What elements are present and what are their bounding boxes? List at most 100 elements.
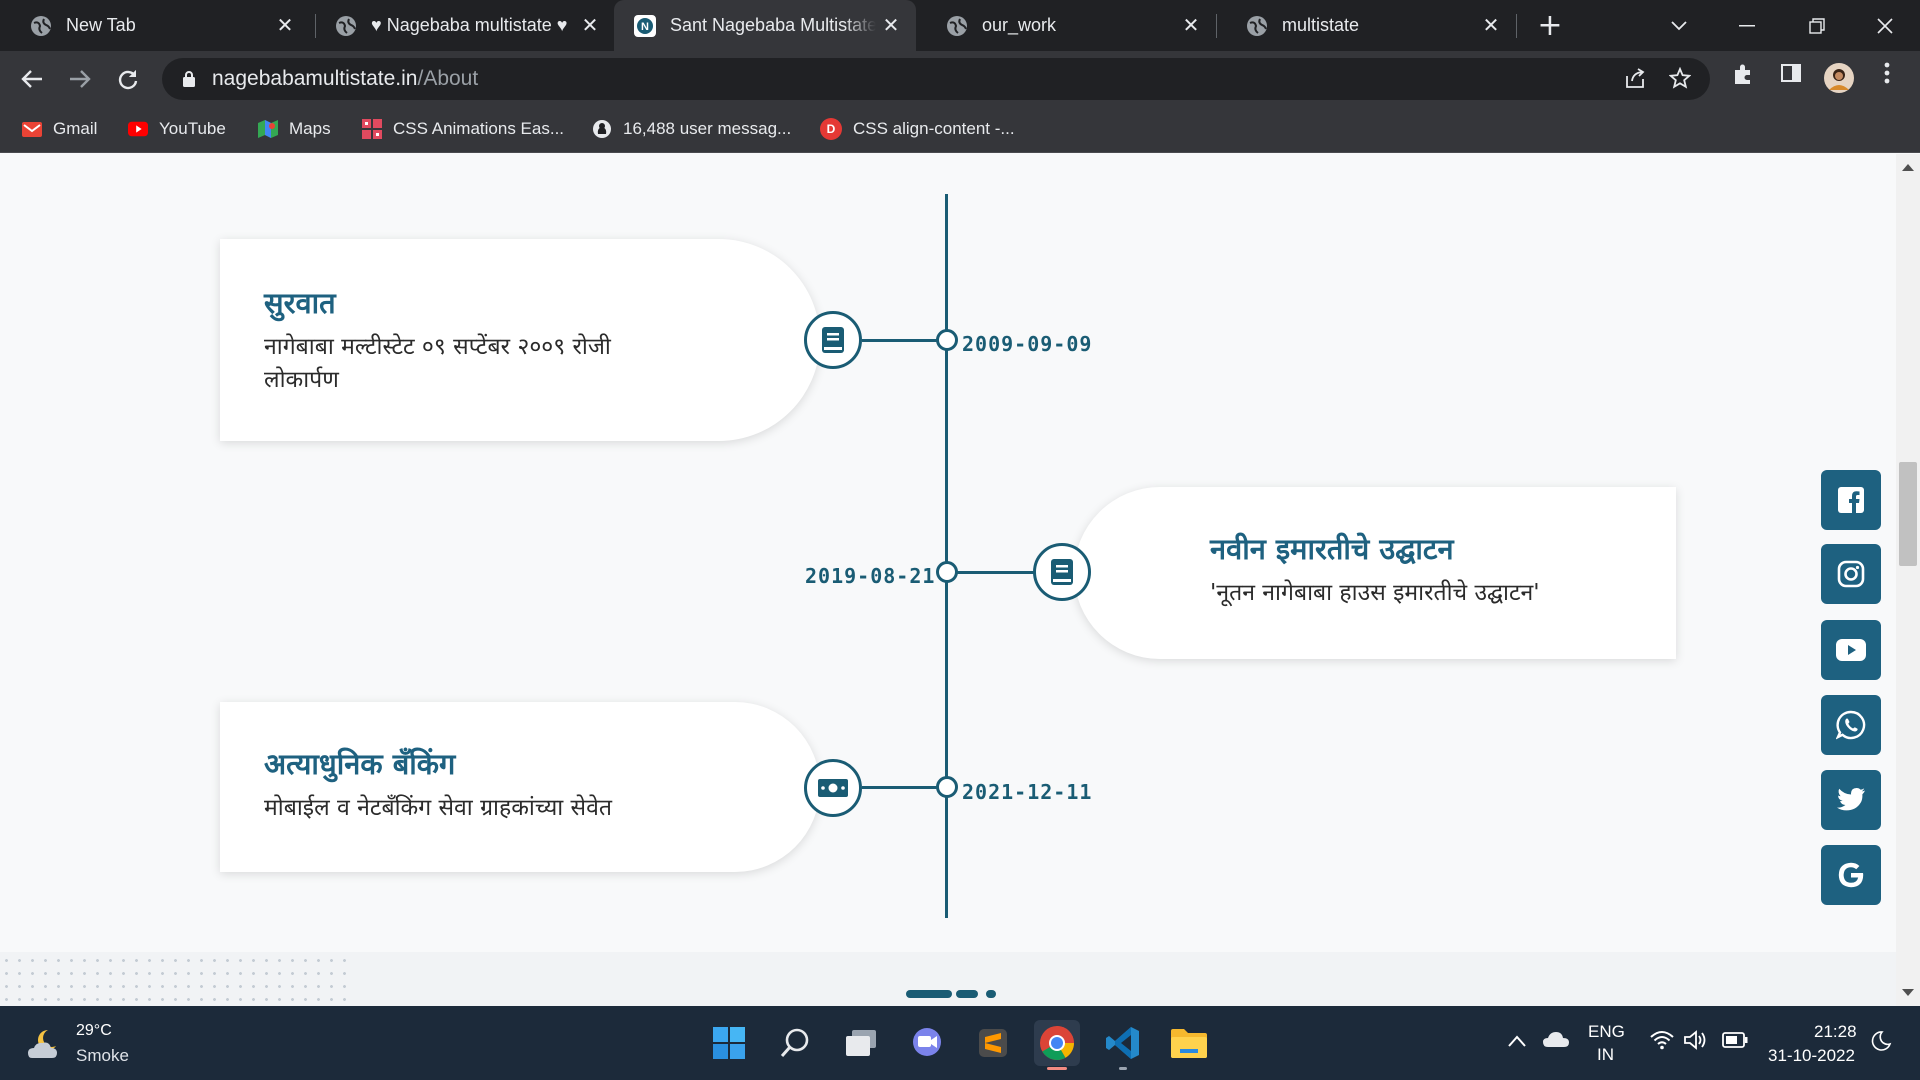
chevron-up-icon[interactable] (1508, 1032, 1526, 1051)
avatar[interactable] (1822, 62, 1856, 96)
bookmark-maps[interactable]: Maps (258, 115, 331, 143)
timeline-node (936, 776, 958, 798)
new-tab-button[interactable]: + (1532, 8, 1568, 43)
chat-icon (913, 1028, 941, 1056)
arrow-right-icon (70, 70, 91, 88)
file-explorer-button[interactable] (1166, 1020, 1212, 1066)
pagination-dot-active[interactable] (906, 990, 952, 998)
wifi-icon[interactable] (1650, 1030, 1674, 1054)
tab-title: multistate (1282, 15, 1360, 35)
book-icon (1033, 543, 1091, 601)
youtube-icon (1836, 639, 1866, 661)
bookmark-gmail[interactable]: Gmail (22, 115, 97, 143)
tab-search-button[interactable] (1644, 0, 1714, 51)
bookmark-user-messages[interactable]: 16,488 user messag... (592, 115, 791, 143)
restore-icon (1809, 17, 1825, 34)
windows-icon (713, 1027, 745, 1059)
lock-icon (183, 71, 195, 87)
start-button[interactable] (706, 1020, 752, 1066)
back-button[interactable] (16, 63, 48, 95)
share-icon[interactable] (1622, 67, 1648, 93)
sublime-text-button[interactable] (970, 1020, 1016, 1066)
pagination-dot[interactable] (956, 990, 978, 998)
twitter-link[interactable] (1821, 770, 1881, 830)
extensions-icon[interactable] (1728, 62, 1758, 92)
clock-date[interactable]: 31-10-2022 (1768, 1046, 1855, 1066)
event-title: नवीन इमारतीचे उद्घाटन (1210, 532, 1454, 566)
tab-sant-nagebaba[interactable]: N Sant Nagebaba Multistate ✕ (614, 0, 916, 51)
event-date: 2009-09-09 (962, 332, 1093, 356)
globe-icon (1246, 15, 1268, 37)
facebook-link[interactable] (1821, 470, 1881, 530)
close-icon[interactable]: ✕ (1176, 13, 1206, 38)
bookmark-youtube[interactable]: YouTube (128, 115, 226, 143)
volume-icon[interactable] (1684, 1030, 1710, 1054)
onedrive-icon[interactable] (1542, 1030, 1570, 1052)
browser-toolbar: nagebabamultistate.in/About (0, 51, 1920, 105)
event-text: मोबाईल व नेटबँकिंग सेवा ग्राहकांच्या सेव… (264, 795, 612, 821)
weather-temp: 29°C (76, 1022, 112, 1039)
facebook-icon (1838, 487, 1864, 513)
clock-time[interactable]: 21:28 (1814, 1022, 1857, 1042)
page-scrollbar[interactable] (1896, 154, 1920, 1006)
address-bar[interactable]: nagebabamultistate.in/About (162, 58, 1710, 100)
forward-button[interactable] (64, 63, 96, 95)
event-text: 'नूतन नागेबाबा हाउस इमारतीचे उद्घाटन' (1210, 580, 1540, 606)
event-title: सुरवात (264, 286, 336, 320)
pagination-dot[interactable] (986, 990, 996, 998)
scrollbar-thumb[interactable] (1899, 462, 1917, 566)
tab-nagebaba-multistate[interactable]: ♥ Nagebaba multistate ♥ ✕ (305, 0, 615, 51)
instagram-link[interactable] (1821, 544, 1881, 604)
close-icon[interactable]: ✕ (1476, 13, 1506, 38)
tab-strip: New Tab ✕ ♥ Nagebaba multistate ♥ ✕ N Sa… (0, 0, 1920, 51)
minimize-button[interactable] (1712, 0, 1782, 51)
whatsapp-link[interactable] (1821, 695, 1881, 755)
timeline-connector (956, 571, 1036, 574)
search-button[interactable] (772, 1020, 818, 1066)
chrome-button[interactable] (1034, 1020, 1080, 1070)
scroll-down-icon[interactable] (1902, 989, 1914, 996)
tab-our-work[interactable]: our_work ✕ (916, 0, 1216, 51)
vscode-button[interactable] (1100, 1020, 1146, 1070)
tab-new-tab[interactable]: New Tab ✕ (0, 0, 310, 51)
timeline-node (936, 561, 958, 583)
reload-button[interactable] (112, 63, 144, 95)
globe-icon (30, 15, 52, 37)
close-icon[interactable]: ✕ (270, 13, 300, 38)
restore-button[interactable] (1782, 0, 1852, 51)
tab-title: Sant Nagebaba Multistate (670, 15, 876, 35)
weather-icon[interactable] (26, 1026, 66, 1066)
grid-icon (362, 119, 382, 139)
bookmark-css-animations[interactable]: CSS Animations Eas... (362, 115, 564, 143)
tab-multistate[interactable]: multistate ✕ (1216, 0, 1516, 51)
star-icon[interactable] (1667, 66, 1693, 93)
github-icon (592, 120, 612, 138)
menu-icon[interactable] (1872, 62, 1902, 92)
minimize-icon (1739, 24, 1755, 26)
tab-title: New Tab (66, 15, 136, 35)
side-panel-icon[interactable] (1776, 62, 1806, 92)
language-primary[interactable]: ENG (1588, 1022, 1625, 1042)
close-icon[interactable]: ✕ (876, 13, 906, 38)
close-icon[interactable]: ✕ (575, 13, 605, 38)
page-viewport: सुरवात नागेबाबा मल्टीस्टेट ०९ सप्टेंबर २… (0, 154, 1896, 1006)
sublime-icon (979, 1029, 1007, 1057)
task-view-button[interactable] (838, 1020, 884, 1066)
timeline-card: अत्याधुनिक बँकिंग मोबाईल व नेटबँकिंग सेव… (220, 702, 820, 872)
youtube-link[interactable] (1821, 620, 1881, 680)
timeline-line (945, 194, 948, 918)
gmail-icon (22, 120, 42, 138)
google-link[interactable] (1821, 845, 1881, 905)
timeline-node (936, 329, 958, 351)
timeline-connector (862, 339, 938, 342)
focus-moon-icon[interactable] (1870, 1030, 1892, 1056)
chrome-icon (1040, 1026, 1074, 1060)
close-window-button[interactable] (1850, 0, 1920, 51)
bookmarks-bar: Gmail YouTube Maps CSS Animations Eas...… (0, 105, 1920, 153)
d-icon: D (820, 118, 842, 140)
scroll-up-icon[interactable] (1902, 164, 1914, 171)
teams-chat-button[interactable] (904, 1020, 950, 1066)
bookmark-css-align-content[interactable]: D CSS align-content -... (820, 115, 1015, 143)
battery-icon[interactable] (1722, 1032, 1748, 1052)
google-icon (1838, 862, 1864, 888)
